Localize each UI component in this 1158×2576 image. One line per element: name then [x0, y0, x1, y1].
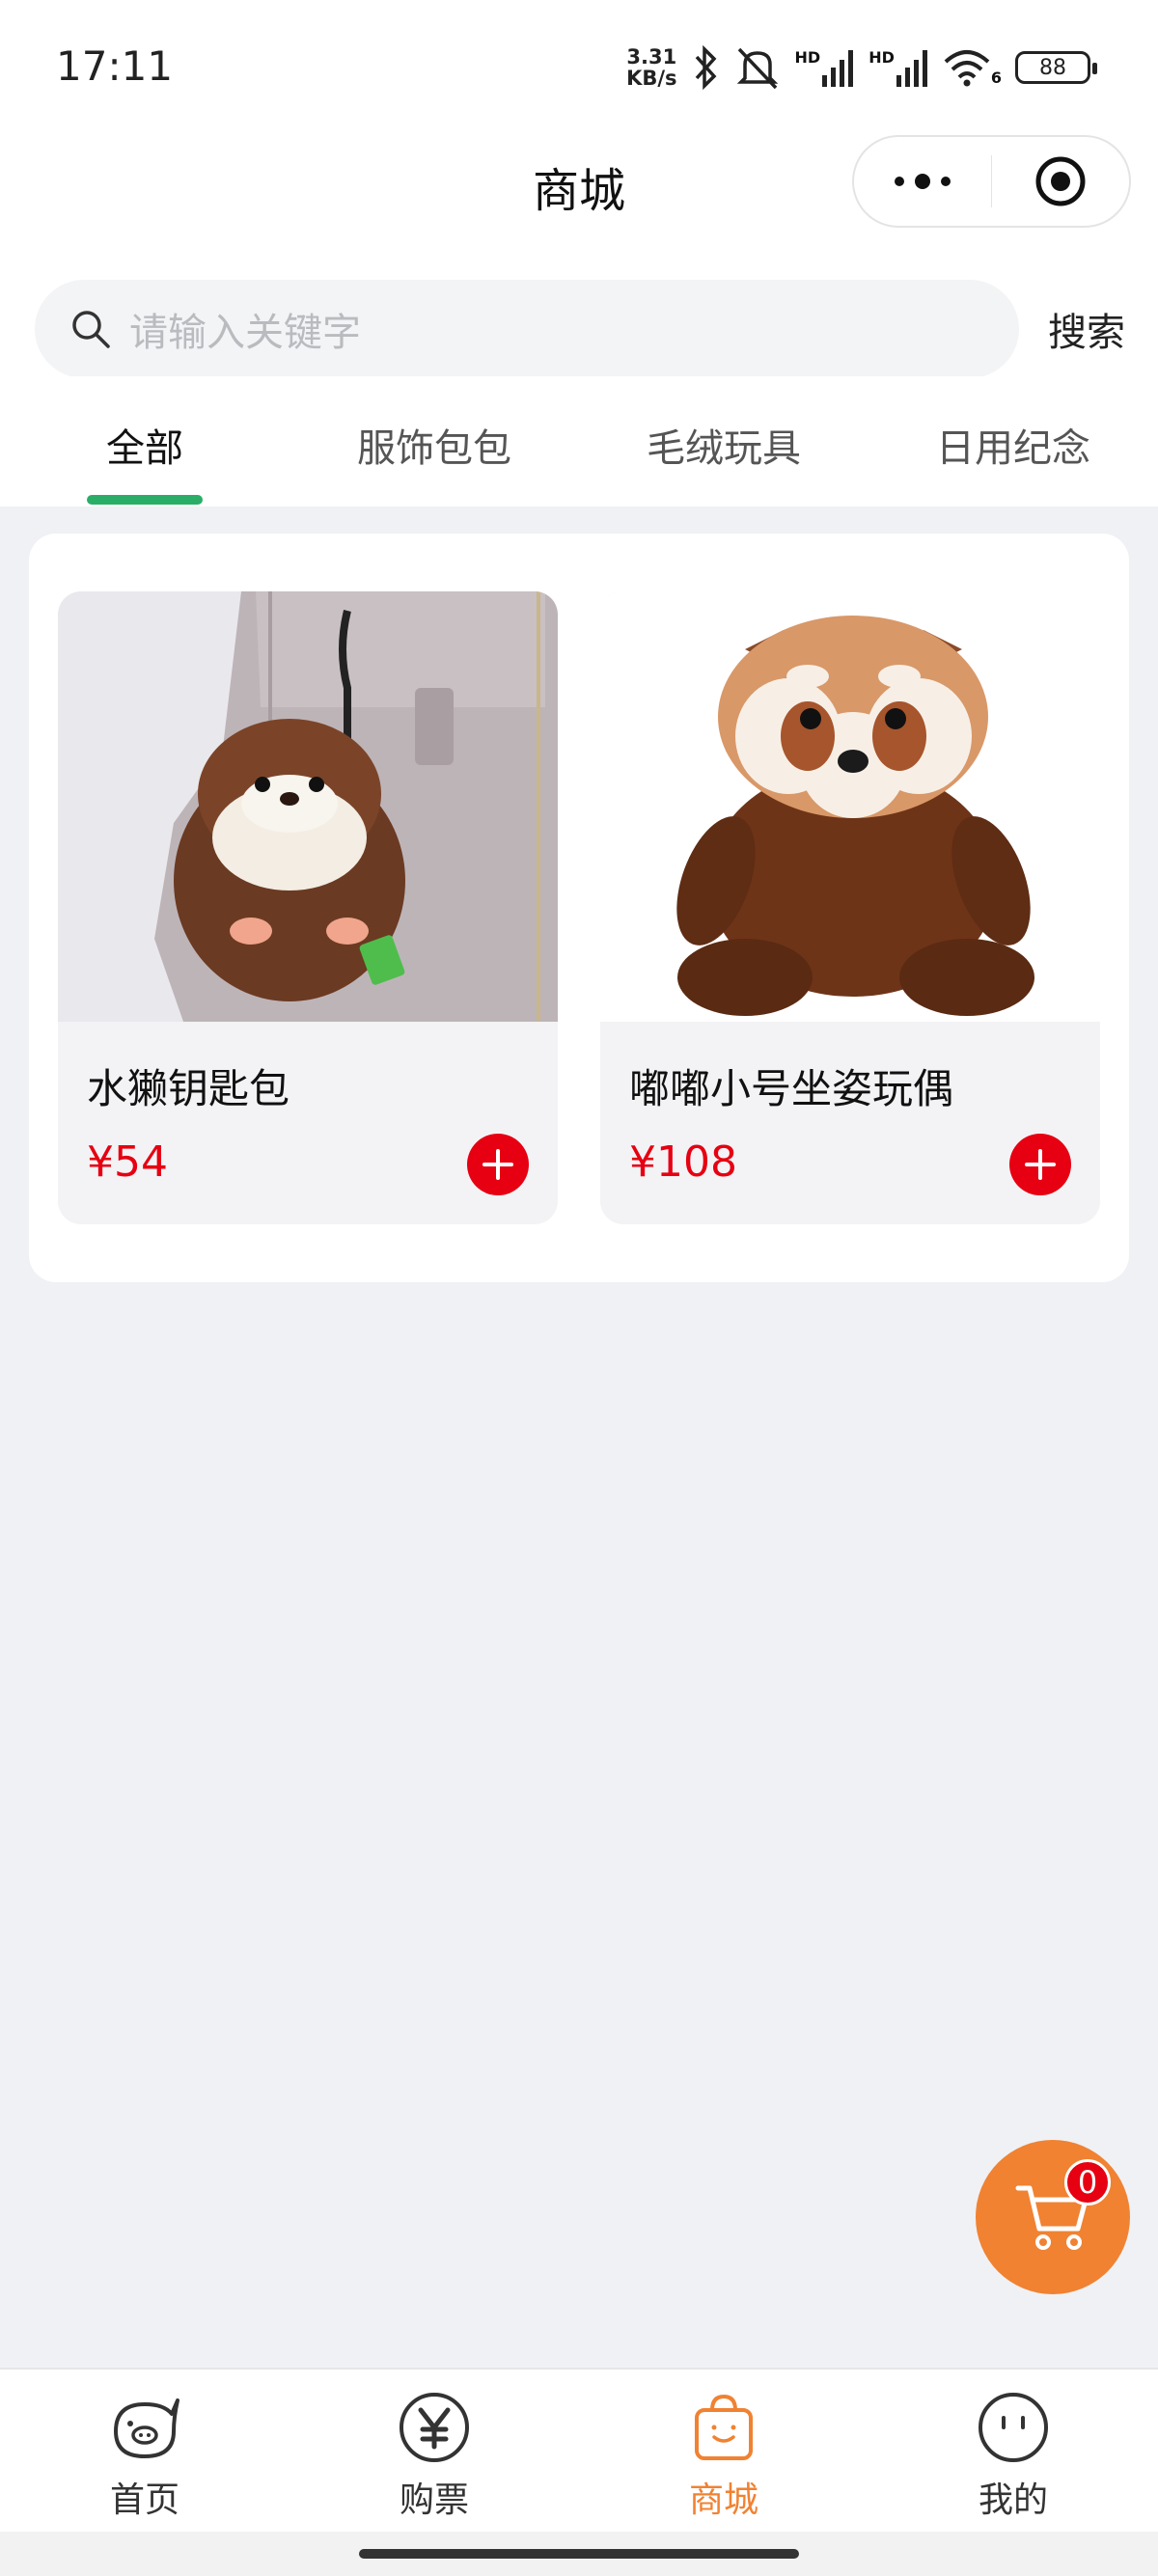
network-speed-value: 3.31: [626, 45, 677, 69]
nav-mine[interactable]: 我的: [868, 2370, 1158, 2534]
signal-1-label: HD: [794, 48, 821, 67]
add-to-cart-button[interactable]: [467, 1134, 529, 1195]
title-bar: 商城: [0, 135, 1158, 270]
nav-home[interactable]: 首页: [0, 2370, 290, 2534]
nav-mall[interactable]: 商城: [579, 2370, 868, 2534]
yen-circle-icon: [400, 2393, 469, 2462]
product-card[interactable]: 嘟嘟小号坐姿玩偶 ¥108: [600, 591, 1100, 1224]
product-card[interactable]: 水獭钥匙包 ¥54: [58, 591, 558, 1224]
plus-icon: [482, 1149, 513, 1180]
signal-1-icon: HD: [795, 48, 856, 87]
tab-label: 全部: [106, 426, 183, 471]
product-panel: 水獭钥匙包 ¥54 嘟嘟小号坐姿玩偶 ¥108: [29, 534, 1129, 1282]
signal-2-icon: HD: [868, 48, 929, 87]
status-time: 17:11: [56, 42, 174, 90]
smile-face-icon: [979, 2393, 1048, 2462]
nav-label: 首页: [109, 2480, 179, 2520]
more-button[interactable]: [854, 137, 991, 226]
cart-count-badge: 0: [1064, 2159, 1111, 2206]
network-speed-unit: KB/s: [626, 67, 677, 90]
search-area: 请输入关键字 搜索: [0, 270, 1158, 378]
nav-label: 购票: [399, 2480, 469, 2520]
product-price: ¥108: [629, 1137, 737, 1187]
plus-icon: [1025, 1149, 1056, 1180]
tab-label: 日用纪念: [936, 426, 1090, 471]
bluetooth-icon: [695, 45, 716, 90]
active-tab-indicator: [87, 495, 203, 505]
status-icons: 3.31 KB/s HD HD 6 88: [626, 39, 1097, 96]
battery-indicator: 88: [1015, 51, 1097, 84]
search-button[interactable]: 搜索: [1048, 301, 1125, 357]
signal-2-label: HD: [868, 48, 895, 67]
status-bar: 17:11 3.31 KB/s HD HD 6 88: [0, 0, 1158, 135]
search-icon: [72, 311, 110, 348]
bottom-navigation: 首页 购票 商城 我的: [0, 2368, 1158, 2532]
product-name: 嘟嘟小号坐姿玩偶: [629, 1065, 954, 1112]
wifi-icon: 6: [943, 48, 1002, 87]
home-indicator[interactable]: [359, 2549, 799, 2559]
red-panda-plush-image: [600, 591, 1100, 1022]
miniprogram-capsule: [852, 135, 1131, 228]
product-name: 水獭钥匙包: [87, 1065, 290, 1112]
wifi-label: 6: [990, 69, 1002, 87]
nav-label: 商城: [688, 2480, 758, 2520]
cart-button[interactable]: 0: [976, 2140, 1130, 2294]
add-to-cart-button[interactable]: [1009, 1134, 1071, 1195]
category-tabs: 全部 服饰包包 毛绒玩具 日用纪念: [0, 376, 1158, 507]
target-circle-icon: [1035, 156, 1086, 206]
tab-plush-toys[interactable]: 毛绒玩具: [579, 376, 868, 507]
mute-bell-icon: [736, 47, 778, 90]
tab-all[interactable]: 全部: [0, 376, 290, 507]
nav-label: 我的: [978, 2480, 1048, 2520]
more-dots-icon: [894, 174, 951, 189]
tab-label: 服饰包包: [357, 426, 511, 471]
product-price: ¥54: [87, 1137, 168, 1187]
search-input[interactable]: 请输入关键字: [35, 280, 1019, 378]
network-speed: 3.31 KB/s: [626, 46, 676, 89]
tab-apparel-bags[interactable]: 服饰包包: [290, 376, 579, 507]
close-miniprogram-button[interactable]: [992, 137, 1129, 226]
pig-face-icon: [114, 2398, 179, 2458]
tab-label: 毛绒玩具: [647, 426, 801, 471]
search-placeholder: 请输入关键字: [129, 311, 361, 355]
nav-tickets[interactable]: 购票: [290, 2370, 579, 2534]
tab-daily-souvenirs[interactable]: 日用纪念: [868, 376, 1158, 507]
otter-keychain-image: [58, 591, 558, 1022]
shopping-bag-icon: [695, 2394, 753, 2460]
